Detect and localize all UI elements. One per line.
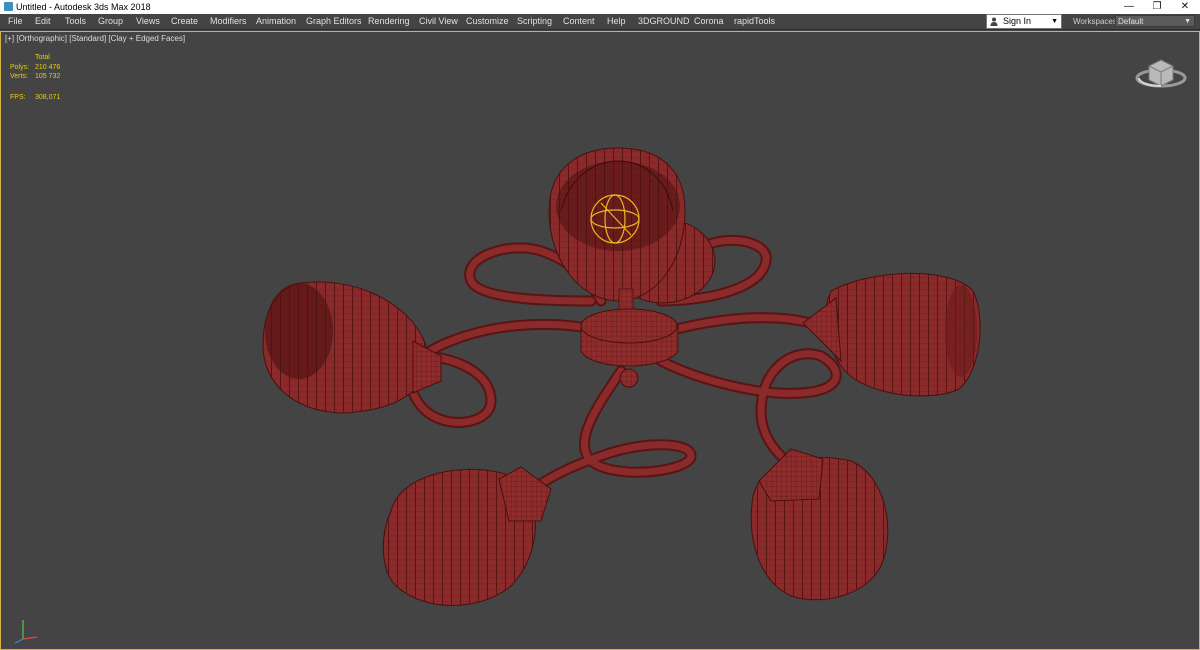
- menu-scripting[interactable]: Scripting: [517, 14, 552, 29]
- workspaces-label: Workspaces:: [1073, 17, 1120, 26]
- menu-customize[interactable]: Customize: [466, 14, 509, 29]
- menu-file[interactable]: File: [8, 14, 23, 29]
- menu-create[interactable]: Create: [171, 14, 198, 29]
- app-icon: [4, 2, 13, 11]
- menu-edit[interactable]: Edit: [35, 14, 51, 29]
- lamp-shade-bottom-right: [750, 448, 889, 601]
- menu-content[interactable]: Content: [563, 14, 595, 29]
- menu-group[interactable]: Group: [98, 14, 123, 29]
- lamp-shade-bottom-left: [382, 466, 552, 606]
- maximize-button[interactable]: ❐: [1142, 0, 1172, 14]
- sign-in-button[interactable]: Sign In ▼: [986, 14, 1062, 29]
- menu-help[interactable]: Help: [607, 14, 626, 29]
- viewport-perspective[interactable]: [+] [Orthographic] [Standard] [Clay + Ed…: [0, 31, 1200, 650]
- menu-3dground[interactable]: 3DGROUND: [638, 14, 690, 29]
- chandelier-model[interactable]: [1, 32, 1199, 649]
- lamp-shade-right: [802, 272, 981, 397]
- minimize-button[interactable]: —: [1114, 0, 1144, 14]
- title-bar: Untitled - Autodesk 3ds Max 2018 — ❐ ✕: [0, 0, 1200, 14]
- menu-views[interactable]: Views: [136, 14, 160, 29]
- workspaces-selected: Default: [1118, 17, 1144, 26]
- sign-in-label: Sign In: [1003, 16, 1032, 26]
- menu-rendering[interactable]: Rendering: [368, 14, 410, 29]
- axis-tripod-icon: [14, 620, 38, 644]
- menu-corona[interactable]: Corona: [694, 14, 724, 29]
- menu-tools[interactable]: Tools: [65, 14, 86, 29]
- menu-civil-view[interactable]: Civil View: [419, 14, 458, 29]
- menu-animation[interactable]: Animation: [256, 14, 296, 29]
- close-button[interactable]: ✕: [1170, 0, 1200, 14]
- window-title: Untitled - Autodesk 3ds Max 2018: [16, 2, 151, 12]
- menu-graph-editors[interactable]: Graph Editors: [306, 14, 362, 29]
- chevron-down-icon: ▼: [1184, 18, 1191, 25]
- chevron-down-icon: ▼: [1051, 18, 1058, 25]
- viewcube[interactable]: [1131, 52, 1191, 92]
- menu-modifiers[interactable]: Modifiers: [210, 14, 247, 29]
- menu-rapidtools[interactable]: rapidTools: [734, 14, 775, 29]
- user-icon: [990, 17, 998, 26]
- workspaces-select[interactable]: Default ▼: [1115, 15, 1195, 27]
